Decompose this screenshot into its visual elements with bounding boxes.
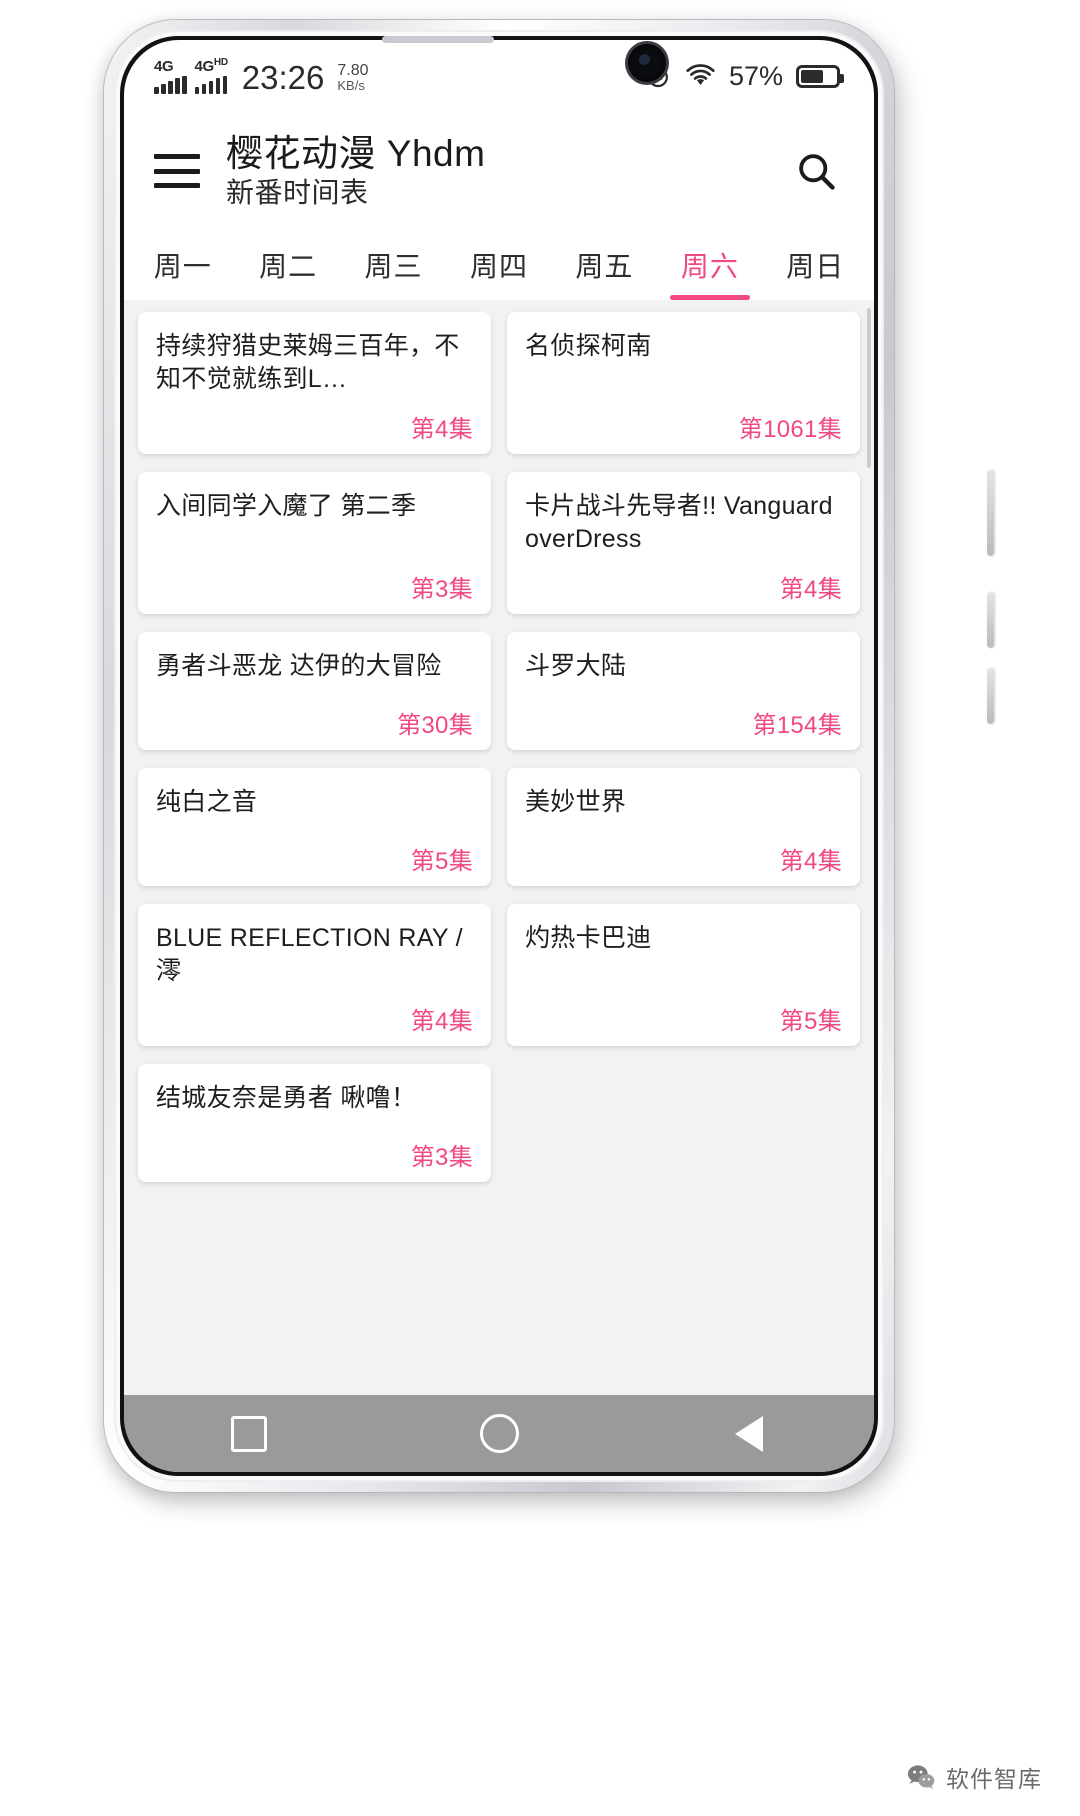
battery-percentage: 57% [728,60,783,91]
anime-title: 美妙世界 [525,788,627,816]
search-button[interactable] [788,143,844,199]
anime-card[interactable]: 卡片战斗先导者!! Vanguard overDress 第4集 [507,472,860,614]
anime-title: 斗罗大陆 [525,652,627,680]
anime-episode: 第30集 [397,712,473,739]
phone-side-button-power[interactable] [987,470,994,556]
page-subtitle: 新番时间表 [226,176,369,208]
anime-card[interactable]: 美妙世界 第4集 [507,768,860,886]
circle-home-icon [479,1414,519,1453]
anime-episode: 第5集 [779,1008,842,1035]
anime-card[interactable]: 灼热卡巴迪 第5集 [507,904,860,1046]
screenshot-root: 4G 4GHD 23:26 7.80 KB/s 57% 樱花动漫 Yhdm 新番… [0,0,1080,1816]
sim1-signal: 4G [154,59,187,94]
anime-title: 持续狩猎史莱姆三百年，不知不觉就练到L… [156,332,460,393]
android-navigation-bar [124,1395,874,1472]
sim2-signal: 4GHD [194,57,229,94]
network-speed-value: 7.80 [337,61,369,79]
grid-empty-slot [507,1064,860,1182]
tab-sunday[interactable]: 周日 [763,230,868,300]
tab-tuesday[interactable]: 周二 [235,230,340,300]
wifi-icon [686,64,715,86]
tab-thursday[interactable]: 周四 [446,230,551,300]
status-bar-left: 4G 4GHD 23:26 7.80 KB/s [154,58,369,94]
anime-card[interactable]: 名侦探柯南 第1061集 [507,312,860,454]
network-speed-unit: KB/s [337,78,365,94]
scrollbar[interactable] [867,308,871,468]
wechat-icon [907,1765,935,1789]
anime-episode: 第1061集 [738,416,842,443]
home-button[interactable] [476,1411,522,1457]
anime-episode: 第3集 [410,576,473,603]
anime-episode: 第4集 [779,848,842,875]
anime-card[interactable]: 结城友奈是勇者 啾噜！ 第3集 [138,1064,491,1182]
front-camera-icon [628,44,666,82]
back-button[interactable] [726,1411,772,1457]
sim1-network-label: 4G [154,58,174,75]
phone-side-button-volume-up[interactable] [987,592,994,648]
sim2-network-label: 4GHD [194,57,229,75]
anime-title: 勇者斗恶龙 达伊的大冒险 [156,652,442,680]
watermark-text: 软件智库 [946,1766,1042,1792]
hamburger-menu-icon[interactable] [154,154,200,188]
tab-friday[interactable]: 周五 [552,230,657,300]
schedule-grid: 持续狩猎史莱姆三百年，不知不觉就练到L… 第4集 名侦探柯南 第1061集 入间… [138,312,860,1182]
schedule-list[interactable]: 持续狩猎史莱姆三百年，不知不觉就练到L… 第4集 名侦探柯南 第1061集 入间… [124,300,874,1395]
anime-card[interactable]: 斗罗大陆 第154集 [507,632,860,750]
anime-episode: 第154集 [752,712,842,739]
anime-card[interactable]: 入间同学入魔了 第二季 第3集 [138,472,491,614]
app-bar: 樱花动漫 Yhdm 新番时间表 [124,112,874,230]
tab-saturday[interactable]: 周六 [657,230,762,300]
anime-title: 灼热卡巴迪 [525,924,652,952]
status-bar: 4G 4GHD 23:26 7.80 KB/s 57% [124,40,874,112]
anime-title: 名侦探柯南 [525,332,652,360]
network-speed: 7.80 KB/s [337,61,369,94]
anime-card[interactable]: BLUE REFLECTION RAY / 澪 第4集 [138,904,491,1046]
anime-episode: 第5集 [410,848,473,875]
anime-episode: 第4集 [410,1008,473,1035]
phone-side-button-volume-down[interactable] [987,668,994,724]
anime-title: 入间同学入魔了 第二季 [156,492,417,520]
weekday-tabs: 周一 周二 周三 周四 周五 周六 周日 [124,230,874,300]
tab-wednesday[interactable]: 周三 [341,230,446,300]
status-bar-clock: 23:26 [241,59,325,96]
anime-card[interactable]: 勇者斗恶龙 达伊的大冒险 第30集 [138,632,491,750]
anime-title: 结城友奈是勇者 啾噜！ [156,1084,417,1112]
anime-episode: 第3集 [410,1144,473,1171]
anime-card[interactable]: 纯白之音 第5集 [138,768,491,886]
earpiece-speaker [382,36,494,43]
battery-icon [796,64,844,88]
anime-title: 纯白之音 [156,788,258,816]
sim2-signal-bars-icon [194,76,227,94]
app-bar-titles: 樱花动漫 Yhdm 新番时间表 [226,132,788,209]
anime-card[interactable]: 持续狩猎史莱姆三百年，不知不觉就练到L… 第4集 [138,312,491,454]
search-icon [799,154,835,190]
triangle-back-icon [735,1415,763,1452]
tab-monday[interactable]: 周一 [130,230,235,300]
anime-title: 卡片战斗先导者!! Vanguard overDress [525,492,833,553]
phone-screen: 4G 4GHD 23:26 7.80 KB/s 57% 樱花动漫 Yhdm 新番… [124,40,874,1472]
watermark: 软件智库 [906,1760,1042,1794]
anime-title: BLUE REFLECTION RAY / 澪 [156,924,463,985]
anime-episode: 第4集 [410,416,473,443]
status-bar-right: 57% [644,60,844,92]
page-title: 樱花动漫 Yhdm [226,132,486,174]
recents-button[interactable] [226,1411,272,1457]
anime-episode: 第4集 [779,576,842,603]
sim1-signal-bars-icon [154,76,187,94]
square-recents-icon [231,1415,267,1452]
